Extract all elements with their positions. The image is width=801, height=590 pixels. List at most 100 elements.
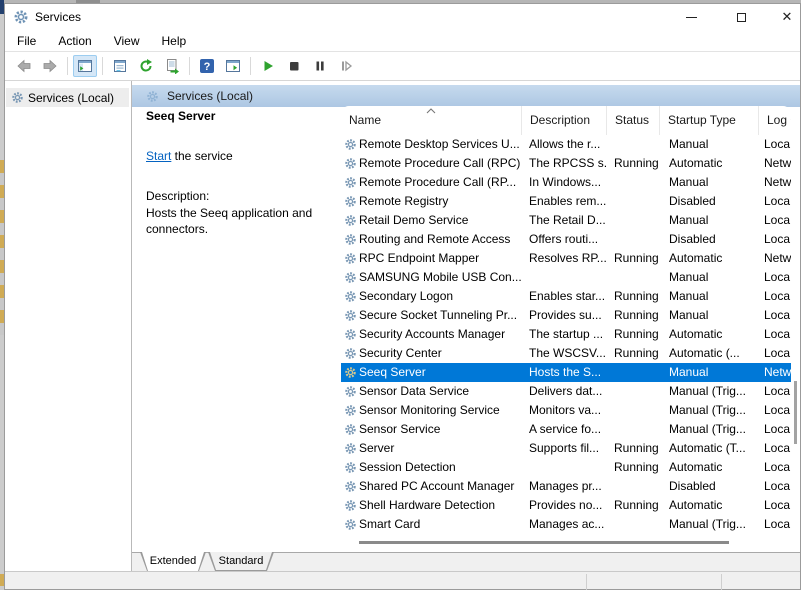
- cell-log-on-as: Loca: [764, 230, 791, 249]
- cell-startup-type: Manual: [669, 306, 758, 325]
- column-header-log-on-as[interactable]: Log On As: [758, 106, 791, 135]
- restart-service-button[interactable]: [334, 55, 358, 77]
- horizontal-scrollbar-thumb[interactable]: [359, 541, 729, 544]
- show-action-pane-icon: [225, 58, 241, 74]
- table-row[interactable]: Smart Card Manages ac... Manual (Trig...…: [341, 515, 791, 534]
- cell-name: Security Accounts Manager: [341, 325, 521, 344]
- cell-startup-type: Automatic: [669, 249, 758, 268]
- forward-button[interactable]: [38, 55, 62, 77]
- tab-standard[interactable]: Standard: [208, 552, 274, 571]
- cell-description: Hosts the S...: [529, 363, 606, 382]
- table-row[interactable]: Session Detection Running Automatic Loca: [341, 458, 791, 477]
- table-row[interactable]: Security Accounts Manager The startup ..…: [341, 325, 791, 344]
- tab-extended[interactable]: Extended: [140, 552, 206, 571]
- refresh-button[interactable]: [134, 55, 158, 77]
- table-row[interactable]: Security Center The WSCSV... Running Aut…: [341, 344, 791, 363]
- show-console-tree-icon: [77, 58, 93, 74]
- help-button[interactable]: ?: [195, 55, 219, 77]
- minimize-button[interactable]: [669, 4, 713, 30]
- tab-standard-label: Standard: [219, 555, 264, 567]
- title-bar[interactable]: Services ✕: [5, 4, 800, 30]
- cell-status: [614, 211, 659, 230]
- pause-service-button[interactable]: [308, 55, 332, 77]
- cell-status: Running: [614, 496, 659, 515]
- cell-name: Remote Registry: [341, 192, 521, 211]
- tree-item-label: Services (Local): [28, 91, 114, 105]
- cell-name: Sensor Data Service: [341, 382, 521, 401]
- cell-description: Manages pr...: [529, 477, 606, 496]
- table-row[interactable]: Secondary Logon Enables star... Running …: [341, 287, 791, 306]
- table-row[interactable]: Shell Hardware Detection Provides no... …: [341, 496, 791, 515]
- show-action-pane-button[interactable]: [221, 55, 245, 77]
- cell-startup-type: Manual: [669, 268, 758, 287]
- cell-startup-type: Manual (Trig...: [669, 515, 758, 534]
- minimize-icon: [686, 17, 697, 18]
- cell-status: [614, 192, 659, 211]
- cell-log-on-as: Loca: [764, 458, 791, 477]
- cell-status: [614, 268, 659, 287]
- menu-action[interactable]: Action: [50, 32, 99, 50]
- export-list-button[interactable]: [160, 55, 184, 77]
- sort-ascending-icon: [425, 108, 437, 114]
- stop-service-button[interactable]: [282, 55, 306, 77]
- cell-description: The WSCSV...: [529, 344, 606, 363]
- description-text: Hosts the Seeq application and connector…: [146, 205, 356, 237]
- table-row[interactable]: SAMSUNG Mobile USB Con... Manual Loca: [341, 268, 791, 287]
- table-row[interactable]: Seeq Server Hosts the S... Manual Netw: [341, 363, 791, 382]
- list-rows: Remote Desktop Services U... Allows the …: [341, 135, 791, 534]
- cell-status: [614, 401, 659, 420]
- console-body: Services (Local) Services (Local) Seeq S…: [5, 81, 800, 571]
- show-console-tree-button[interactable]: [73, 55, 97, 77]
- cell-startup-type: Automatic: [669, 325, 758, 344]
- cell-status: Running: [614, 458, 659, 477]
- table-row[interactable]: Remote Desktop Services U... Allows the …: [341, 135, 791, 154]
- properties-button[interactable]: [108, 55, 132, 77]
- start-service-link[interactable]: Start: [146, 149, 171, 163]
- maximize-icon: [737, 13, 746, 22]
- cell-description: A service fo...: [529, 420, 606, 439]
- cell-startup-type: Automatic: [669, 154, 758, 173]
- cell-name: Sensor Service: [341, 420, 521, 439]
- screen: Services ✕ File Action View Help: [0, 0, 801, 590]
- table-row[interactable]: Sensor Service A service fo... Manual (T…: [341, 420, 791, 439]
- close-button[interactable]: ✕: [765, 4, 801, 30]
- cell-status: Running: [614, 306, 659, 325]
- cell-startup-type: Manual: [669, 287, 758, 306]
- column-header-startup-type[interactable]: Startup Type: [659, 106, 758, 135]
- start-service-suffix: the service: [171, 149, 232, 163]
- table-row[interactable]: Remote Procedure Call (RPC) The RPCSS s.…: [341, 154, 791, 173]
- cell-status: [614, 515, 659, 534]
- column-header-description[interactable]: Description: [521, 106, 606, 135]
- service-detail-panel: Seeq Server Start the service Descriptio…: [146, 109, 341, 123]
- cell-log-on-as: Loca: [764, 401, 791, 420]
- table-row[interactable]: Server Supports fil... Running Automatic…: [341, 439, 791, 458]
- table-row[interactable]: Secure Socket Tunneling Pr... Provides s…: [341, 306, 791, 325]
- cell-log-on-as: Loca: [764, 477, 791, 496]
- menu-file[interactable]: File: [9, 32, 44, 50]
- cell-name: RPC Endpoint Mapper: [341, 249, 521, 268]
- stop-service-icon: [286, 58, 302, 74]
- start-service-button[interactable]: [256, 55, 280, 77]
- table-row[interactable]: Shared PC Account Manager Manages pr... …: [341, 477, 791, 496]
- table-row[interactable]: Sensor Monitoring Service Monitors va...…: [341, 401, 791, 420]
- vertical-scrollbar-thumb[interactable]: [794, 381, 797, 444]
- table-row[interactable]: RPC Endpoint Mapper Resolves RP... Runni…: [341, 249, 791, 268]
- tree-item-services-local[interactable]: Services (Local): [6, 88, 129, 107]
- cell-startup-type: Disabled: [669, 192, 758, 211]
- column-header-status[interactable]: Status: [606, 106, 659, 135]
- services-gear-icon: [11, 91, 24, 104]
- table-row[interactable]: Remote Procedure Call (RP... In Windows.…: [341, 173, 791, 192]
- table-row[interactable]: Retail Demo Service The Retail D... Manu…: [341, 211, 791, 230]
- table-row[interactable]: Remote Registry Enables rem... Disabled …: [341, 192, 791, 211]
- cell-name: Smart Card: [341, 515, 521, 534]
- back-icon: [16, 58, 32, 74]
- table-row[interactable]: Sensor Data Service Delivers dat... Manu…: [341, 382, 791, 401]
- cell-status: [614, 363, 659, 382]
- back-button[interactable]: [12, 55, 36, 77]
- menu-help[interactable]: Help: [154, 32, 195, 50]
- maximize-button[interactable]: [719, 4, 763, 30]
- cell-description: Offers routi...: [529, 230, 606, 249]
- menu-view[interactable]: View: [106, 32, 148, 50]
- table-row[interactable]: Routing and Remote Access Offers routi..…: [341, 230, 791, 249]
- cell-log-on-as: Loca: [764, 192, 791, 211]
